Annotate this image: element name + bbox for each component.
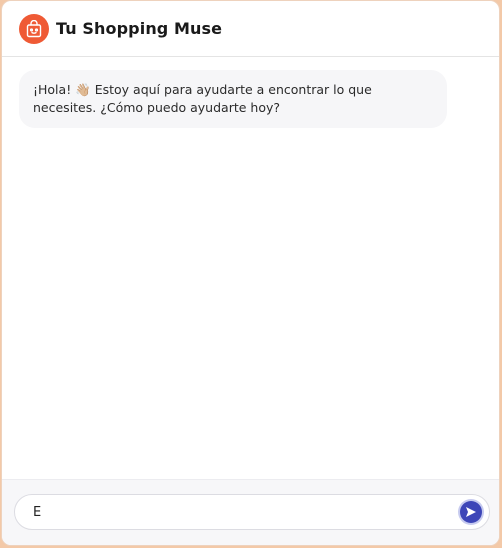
shopping-bag-icon: [19, 13, 49, 44]
message-composer: [2, 479, 499, 545]
chat-window: Tu Shopping Muse ¡Hola! 👋🏼 Estoy aquí pa…: [1, 0, 500, 546]
chat-title: Tu Shopping Muse: [56, 19, 223, 38]
message-input-container: [14, 494, 490, 530]
message-list: ¡Hola! 👋🏼 Estoy aquí para ayudarte a enc…: [2, 57, 499, 480]
chat-header: Tu Shopping Muse: [2, 1, 499, 57]
message-input[interactable]: [33, 495, 453, 529]
bot-message-bubble: ¡Hola! 👋🏼 Estoy aquí para ayudarte a enc…: [19, 70, 447, 128]
send-button[interactable]: [460, 501, 482, 523]
send-arrow-icon: [466, 507, 476, 517]
